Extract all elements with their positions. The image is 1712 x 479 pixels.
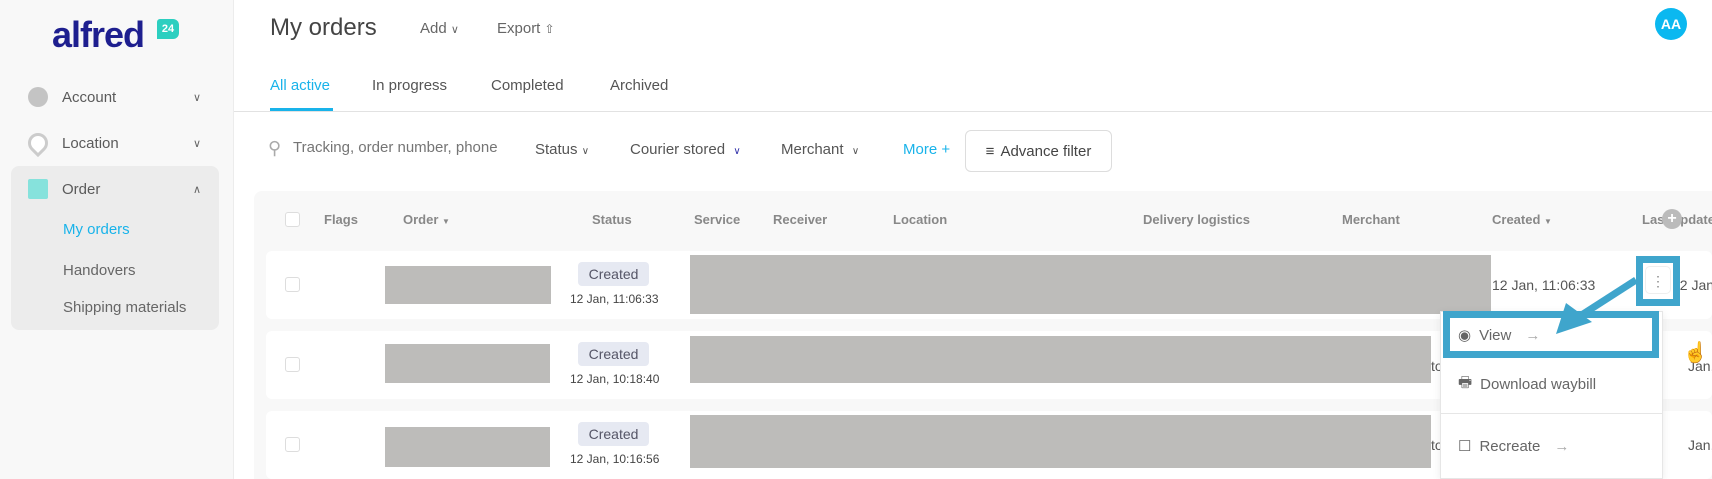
annotation-arrow [1556, 277, 1638, 334]
hand-cursor-icon: ☝ [1683, 342, 1708, 364]
